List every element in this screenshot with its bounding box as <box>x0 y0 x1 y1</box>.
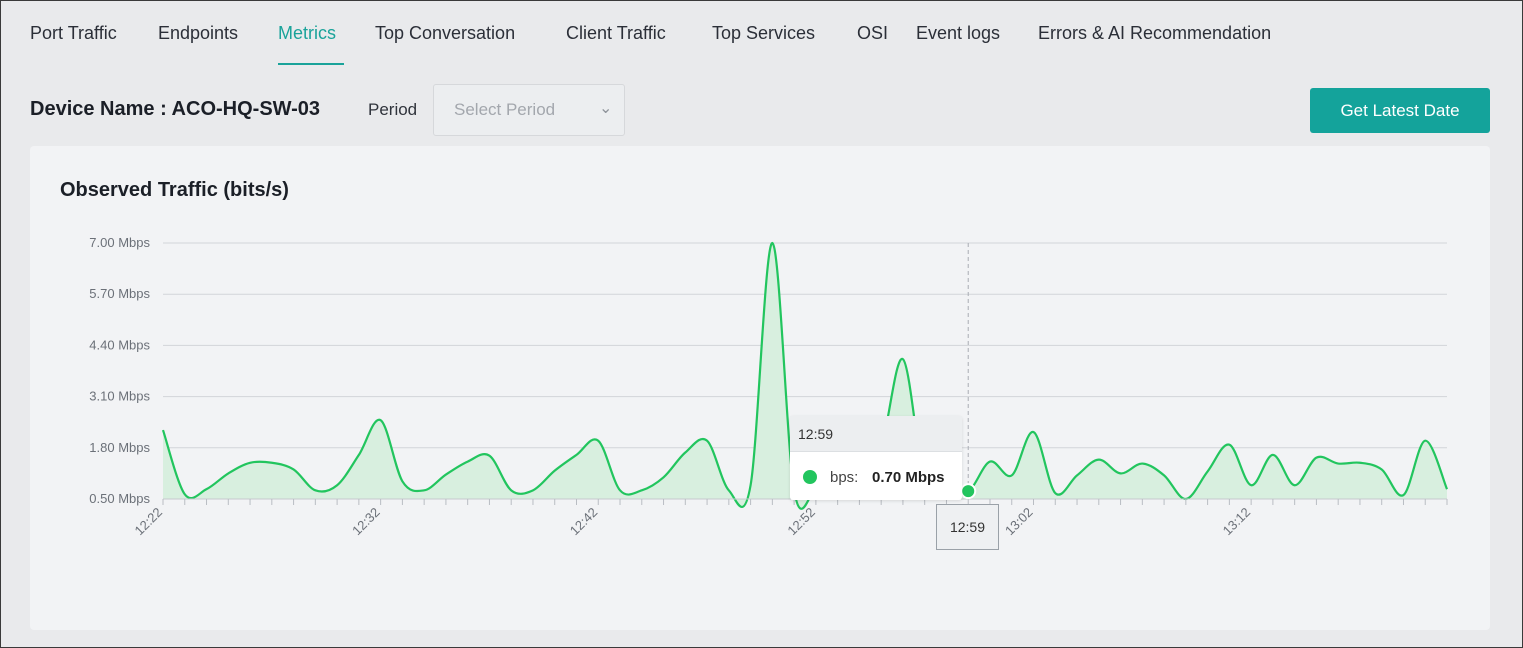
tab-client-traffic[interactable]: Client Traffic <box>566 23 666 65</box>
x-tick-label: 13:02 <box>1002 505 1036 539</box>
get-latest-date-button[interactable]: Get Latest Date <box>1310 88 1490 133</box>
y-tick-label: 7.00 Mbps <box>89 235 150 250</box>
x-axis-crosshair-label: 12:59 <box>936 504 999 550</box>
period-label: Period <box>368 100 418 119</box>
chevron-down-icon: ⌄ <box>599 100 613 117</box>
traffic-chart: 7.00 Mbps 5.70 Mbps 4.40 Mbps 3.10 Mbps 1.80… <box>89 235 1449 539</box>
tab-top-conversation[interactable]: Top Conversation <box>375 23 515 65</box>
y-tick-label: 3.10 Mbps <box>89 389 150 404</box>
tab-bar: Port Traffic Endpoints Metrics Top Conve… <box>1 1 1522 65</box>
tab-errors-ai-recommendation[interactable]: Errors & AI Recommendation <box>1038 23 1271 65</box>
device-name-label: Device Name : ACO-HQ-SW-03 <box>30 98 321 120</box>
series-dot-icon <box>803 470 817 484</box>
y-tick-label: 4.40 Mbps <box>89 337 150 352</box>
tab-top-services[interactable]: Top Services <box>712 23 815 65</box>
x-tick-label: 12:22 <box>132 505 166 539</box>
tooltip-value: 0.70 Mbps <box>872 469 945 486</box>
highlight-point <box>960 483 977 500</box>
chart-tooltip: 12:59 bps: 0.70 Mbps <box>790 416 962 500</box>
tab-endpoints[interactable]: Endpoints <box>158 23 238 65</box>
x-tick-label: 12:52 <box>784 505 818 539</box>
tab-port-traffic[interactable]: Port Traffic <box>30 23 117 65</box>
x-tick-label: 13:12 <box>1220 505 1254 539</box>
tooltip-time: 12:59 <box>790 416 962 452</box>
tab-metrics[interactable]: Metrics <box>278 23 344 65</box>
x-tick-label: 12:42 <box>567 505 601 539</box>
period-select-placeholder: Select Period <box>454 100 556 119</box>
chart-card: 7.00 Mbps 5.70 Mbps 4.40 Mbps 3.10 Mbps 1.80… <box>30 146 1490 630</box>
tab-event-logs[interactable]: Event logs <box>916 23 1000 65</box>
chart-title: Observed Traffic (bits/s) <box>60 179 289 201</box>
tooltip-series-label: bps: <box>830 469 859 486</box>
period-select[interactable]: Select Period ⌄ <box>433 84 625 136</box>
tab-osi[interactable]: OSI <box>857 23 888 65</box>
y-tick-label: 1.80 Mbps <box>89 440 150 455</box>
y-tick-label: 5.70 Mbps <box>89 286 150 301</box>
x-tick-label: 12:32 <box>349 505 383 539</box>
y-tick-label: 0.50 Mbps <box>89 491 150 506</box>
